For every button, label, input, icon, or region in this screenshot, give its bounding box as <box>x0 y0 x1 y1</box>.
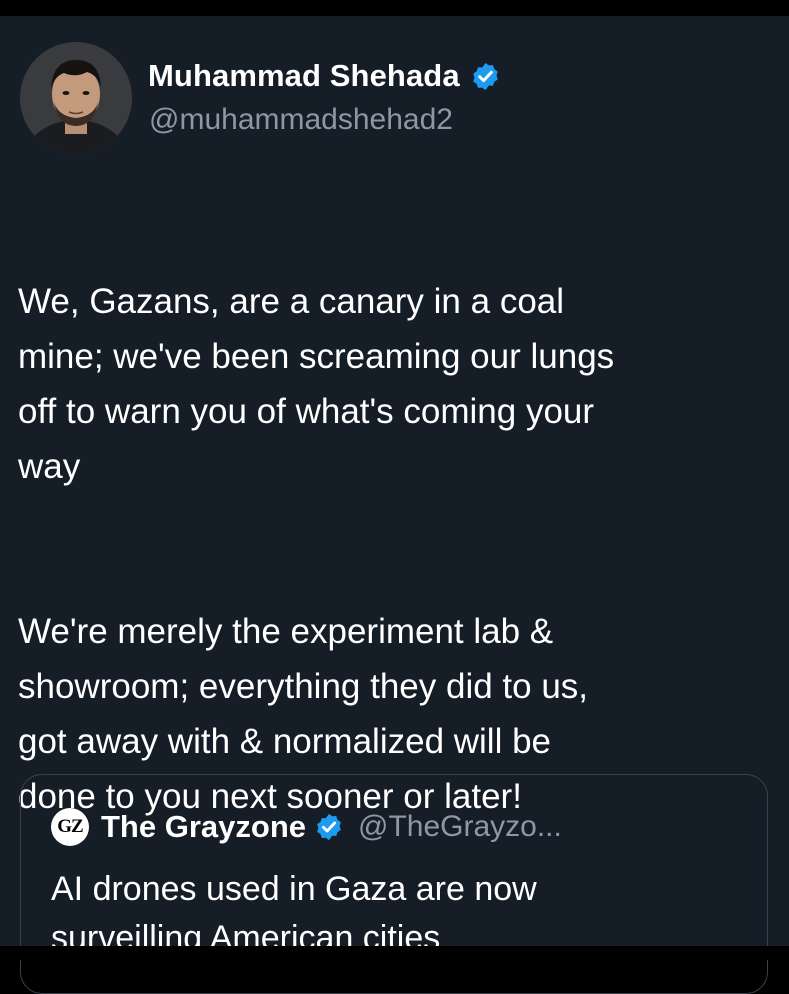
quoted-tweet-header: GZ The Grayzone @TheGrayzo... <box>51 807 562 847</box>
verified-badge-icon <box>317 813 341 841</box>
quoted-tweet-card[interactable]: GZ The Grayzone @TheGrayzo... AI drones … <box>20 774 768 994</box>
author-display-name[interactable]: Muhammad Shehada <box>148 58 460 94</box>
author-handle[interactable]: @muhammadshehad2 <box>149 103 453 137</box>
quoted-author-avatar[interactable]: GZ <box>51 808 89 846</box>
tweet-card[interactable]: Muhammad Shehada @muhammadshehad2 We, Ga… <box>0 16 789 994</box>
screenshot-top-border <box>0 0 789 16</box>
avatar[interactable] <box>20 42 132 154</box>
author-name-row: Muhammad Shehada <box>148 56 501 96</box>
tweet-paragraph: We, Gazans, are a canary in a coal mine;… <box>18 282 615 486</box>
verified-badge-icon <box>472 62 498 90</box>
quoted-author-display-name[interactable]: The Grayzone <box>101 809 306 845</box>
quoted-author-handle[interactable]: @TheGrayzo... <box>358 810 562 844</box>
screenshot-bottom-border <box>0 946 789 960</box>
